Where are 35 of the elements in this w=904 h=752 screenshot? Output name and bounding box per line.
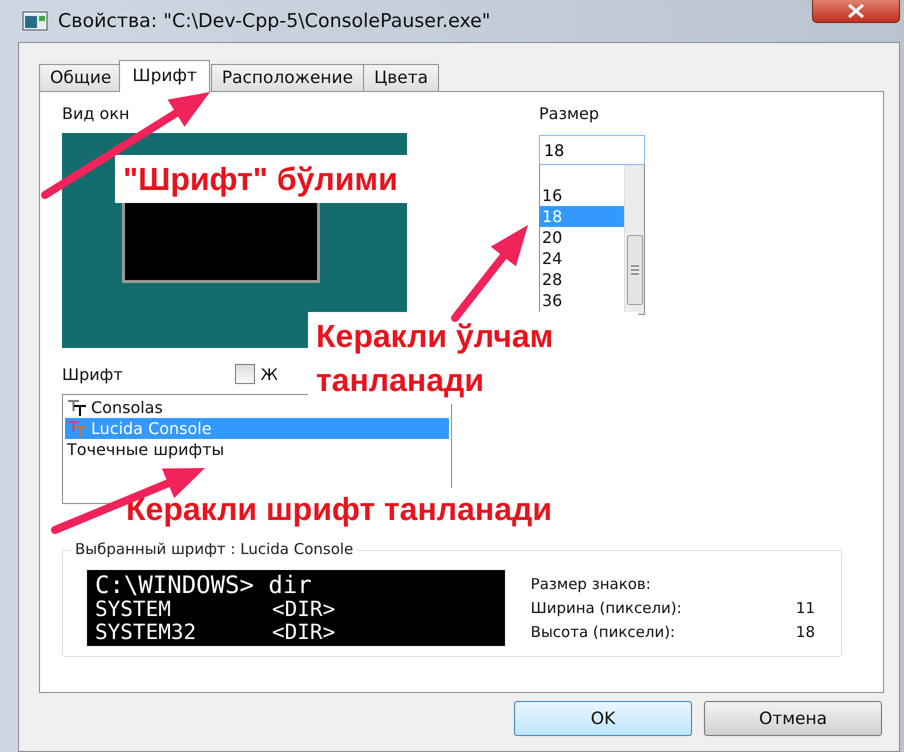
- metric-value: 18: [796, 622, 815, 640]
- group-title: Выбранный шрифт : Lucida Console: [71, 540, 358, 558]
- close-button[interactable]: [812, 0, 900, 23]
- truetype-icon: [67, 420, 87, 438]
- tab[interactable]: Расположение: [210, 64, 364, 91]
- console-line: SYSTEM <DIR>: [95, 598, 336, 620]
- truetype-icon: [67, 398, 87, 416]
- close-icon: [846, 4, 866, 18]
- scroll-thumb[interactable]: [626, 235, 642, 305]
- metric-label: Ширина (пиксели):: [530, 598, 682, 616]
- scrollbar[interactable]: [624, 165, 644, 314]
- annotation-callout: Керакли ўлчам танланади: [308, 312, 638, 404]
- tab[interactable]: Шрифт: [119, 60, 210, 92]
- metric-value: 11: [796, 598, 815, 616]
- metric-label: Высота (пиксели):: [530, 622, 676, 640]
- tab[interactable]: Цвета: [363, 64, 440, 91]
- size-list-item[interactable]: 16: [540, 185, 624, 206]
- bold-checkbox-label: Ж: [260, 364, 278, 384]
- console-line: SYSTEM32 <DIR>: [95, 620, 336, 644]
- window-preview-label: Вид окн: [62, 104, 130, 123]
- size-list-item[interactable]: 36: [540, 290, 624, 311]
- dialog-button[interactable]: Отмена: [704, 701, 882, 736]
- size-heading: Размер знаков:: [530, 574, 652, 592]
- bold-checkbox[interactable]: [234, 364, 255, 384]
- size-list-item[interactable]: 24: [540, 248, 624, 269]
- size-list-item[interactable]: 20: [540, 227, 624, 248]
- console-line: C:\WINDOWS> dir: [95, 572, 313, 598]
- window-title: Свойства: "C:\Dev-Cpp-5\ConsolePauser.exe": [58, 10, 491, 32]
- size-label: Размер: [539, 104, 600, 123]
- dialog-button[interactable]: OK: [514, 701, 692, 736]
- size-list-item[interactable]: 28: [540, 269, 624, 290]
- size-input-field[interactable]: 18: [539, 135, 645, 165]
- app-icon: [22, 11, 48, 31]
- font-list-item[interactable]: Точечные шрифты: [65, 439, 449, 460]
- font-label: Шрифт: [62, 364, 123, 384]
